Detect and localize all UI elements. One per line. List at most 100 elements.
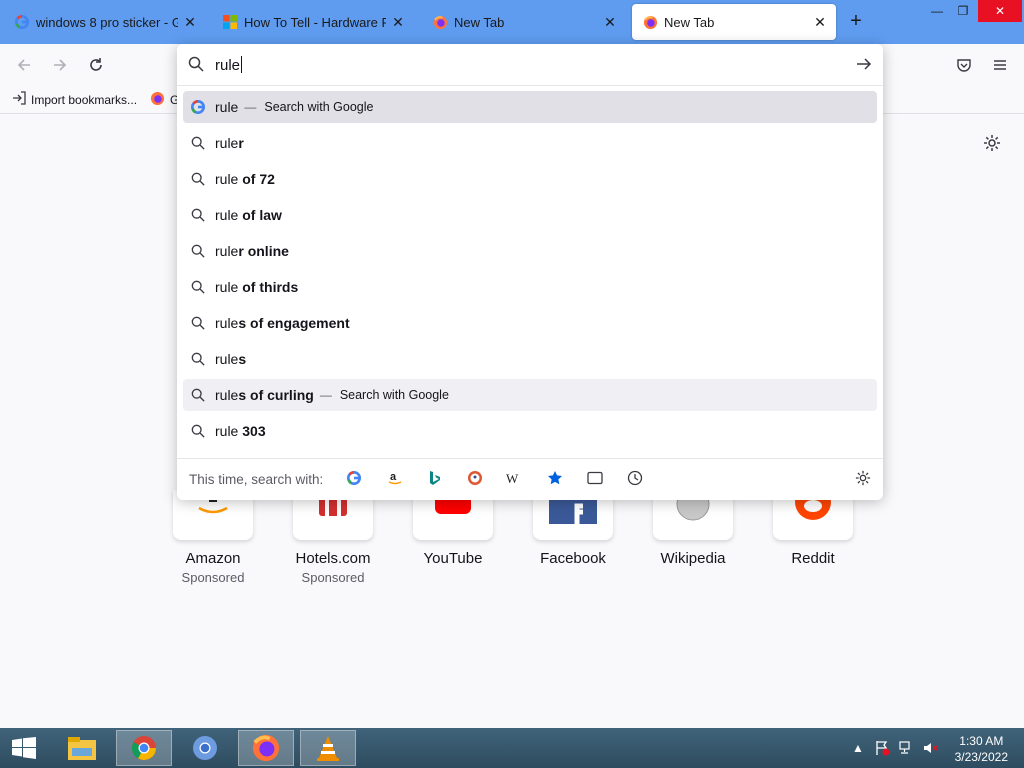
pocket-icon[interactable] (952, 53, 976, 77)
reload-icon[interactable] (84, 53, 108, 77)
close-icon[interactable]: ✕ (602, 14, 618, 30)
search-icon (190, 207, 206, 223)
google-icon (14, 14, 30, 30)
tab-how-to-tell[interactable]: How To Tell - Hardware PC P ✕ (212, 4, 414, 40)
duckduckgo-icon[interactable] (465, 468, 485, 488)
search-icon (190, 171, 206, 187)
close-icon[interactable]: ✕ (812, 14, 828, 30)
tile-label: YouTube (423, 550, 483, 567)
firefox-icon (150, 91, 165, 109)
network-icon[interactable] (898, 728, 914, 768)
amazon-icon[interactable]: a (385, 468, 405, 488)
suggestion-completion: s of curling (238, 387, 314, 403)
bookmarks-star-icon[interactable] (545, 468, 565, 488)
urlbar-typed-text: rule (215, 57, 241, 74)
suggestion-text: rule (215, 423, 239, 439)
go-arrow-icon[interactable] (855, 55, 873, 78)
back-arrow-icon[interactable] (12, 53, 36, 77)
tab-google-search[interactable]: windows 8 pro sticker - Goog ✕ (4, 4, 206, 40)
suggestion-action: Search with Google (264, 100, 374, 114)
suggestion-text: rule (215, 171, 239, 187)
clock-date: 3/23/2022 (954, 750, 1008, 764)
tab-title: New Tab (664, 14, 715, 30)
import-bookmarks-label: Import bookmarks... (31, 92, 138, 107)
suggestion-completion: r (238, 135, 244, 151)
action-center-flag-icon[interactable] (874, 728, 890, 768)
firefox-icon (642, 14, 658, 30)
top-site-hotels[interactable]: Hotels.com Sponsored (292, 490, 374, 585)
tile-label: Reddit (791, 550, 835, 567)
suggestion-row[interactable]: rule of law (183, 199, 877, 231)
urlbar-popup: rule rule — Search with Google rule r rul… (177, 44, 883, 500)
file-explorer-icon[interactable] (54, 730, 110, 766)
chrome-icon[interactable] (116, 730, 172, 766)
firefox-icon (432, 14, 448, 30)
tile-label: Hotels.com (295, 550, 371, 567)
clock-time: 1:30 AM (959, 734, 1004, 748)
bing-icon[interactable] (425, 468, 445, 488)
suggestion-row[interactable]: rule s (183, 343, 877, 375)
one-off-label: This time, search with: (189, 472, 324, 487)
firefox-icon[interactable] (238, 730, 294, 766)
history-icon[interactable] (625, 468, 645, 488)
volume-muted-icon[interactable] (922, 728, 938, 768)
search-icon (190, 423, 206, 439)
search-settings-gear-icon[interactable] (853, 468, 873, 488)
tab-new-tab[interactable]: New Tab ✕ (422, 4, 626, 40)
tab-new-tab-active[interactable]: New Tab ✕ (632, 4, 836, 40)
tab-title: How To Tell - Hardware PC P (244, 14, 386, 30)
suggestion-text: rule (215, 243, 239, 259)
restore-icon[interactable]: ❐ (948, 0, 978, 22)
chromium-icon[interactable] (177, 730, 233, 766)
top-site-facebook[interactable]: Facebook (532, 490, 614, 570)
top-site-wikipedia[interactable]: Wikipedia (652, 490, 734, 570)
suggestion-row[interactable]: rule of 72 (183, 163, 877, 195)
top-site-reddit[interactable]: Reddit (772, 490, 854, 570)
suggestion-row[interactable]: rule r online (183, 235, 877, 267)
suggestion-completion: s of engagement (238, 315, 350, 331)
suggestion-text: rule (215, 99, 239, 115)
suggestion-text: rule (215, 279, 239, 295)
tabs-icon[interactable] (585, 468, 605, 488)
search-icon (190, 135, 206, 151)
search-icon (190, 315, 206, 331)
suggestion-action: Search with Google (339, 388, 449, 402)
new-tab-plus-icon[interactable]: + (846, 11, 866, 32)
svg-text:a: a (390, 471, 397, 483)
google-icon[interactable] (344, 468, 364, 488)
windows-start-icon[interactable] (0, 730, 48, 766)
top-site-youtube[interactable]: YouTube (412, 490, 494, 570)
suggestion-text: rule (215, 135, 239, 151)
one-off-search-bar: This time, search with: (177, 458, 883, 500)
suggestion-row[interactable]: rule s of curling — Search with Google (183, 379, 877, 411)
suggestion-text: rule (215, 207, 239, 223)
close-icon[interactable]: ✕ (182, 14, 198, 30)
windows-taskbar: ▲ 1:30 AM 3/23/2022 (0, 728, 1024, 768)
microsoft-icon (222, 14, 238, 30)
top-site-amazon[interactable]: Amazon Sponsored (172, 490, 254, 585)
vlc-icon[interactable] (300, 730, 356, 766)
close-icon[interactable]: ✕ (390, 14, 406, 30)
suggestion-row[interactable]: rule — Search with Google (183, 91, 877, 123)
search-icon (190, 387, 206, 403)
separator-dash: — (244, 100, 257, 114)
urlbar-input[interactable]: rule (177, 44, 883, 86)
suggestion-row[interactable]: rule of thirds (183, 271, 877, 303)
wikipedia-icon[interactable]: W (505, 468, 525, 488)
tab-title: windows 8 pro sticker - Goog (36, 14, 178, 30)
suggestion-row[interactable]: rule r (183, 127, 877, 159)
window-close-icon[interactable]: ✕ (978, 0, 1022, 22)
forward-arrow-icon[interactable] (48, 53, 72, 77)
taskbar-clock[interactable]: 1:30 AM 3/23/2022 (955, 733, 1008, 765)
suggestion-completion: r online (238, 243, 289, 259)
gear-icon[interactable] (983, 134, 1003, 154)
suggestion-row[interactable]: rule s of engagement (183, 307, 877, 339)
import-bookmarks-button[interactable]: Import bookmarks... (12, 91, 137, 108)
menu-hamburger-icon[interactable] (988, 53, 1012, 77)
tab-title: New Tab (454, 14, 505, 30)
show-hidden-icons[interactable]: ▲ (852, 728, 864, 768)
getting-started-bookmark[interactable]: G (150, 91, 179, 109)
suggestion-row[interactable]: rule 303 (183, 415, 877, 447)
tile-label: Wikipedia (660, 550, 726, 567)
tile-sponsored: Sponsored (181, 570, 245, 585)
